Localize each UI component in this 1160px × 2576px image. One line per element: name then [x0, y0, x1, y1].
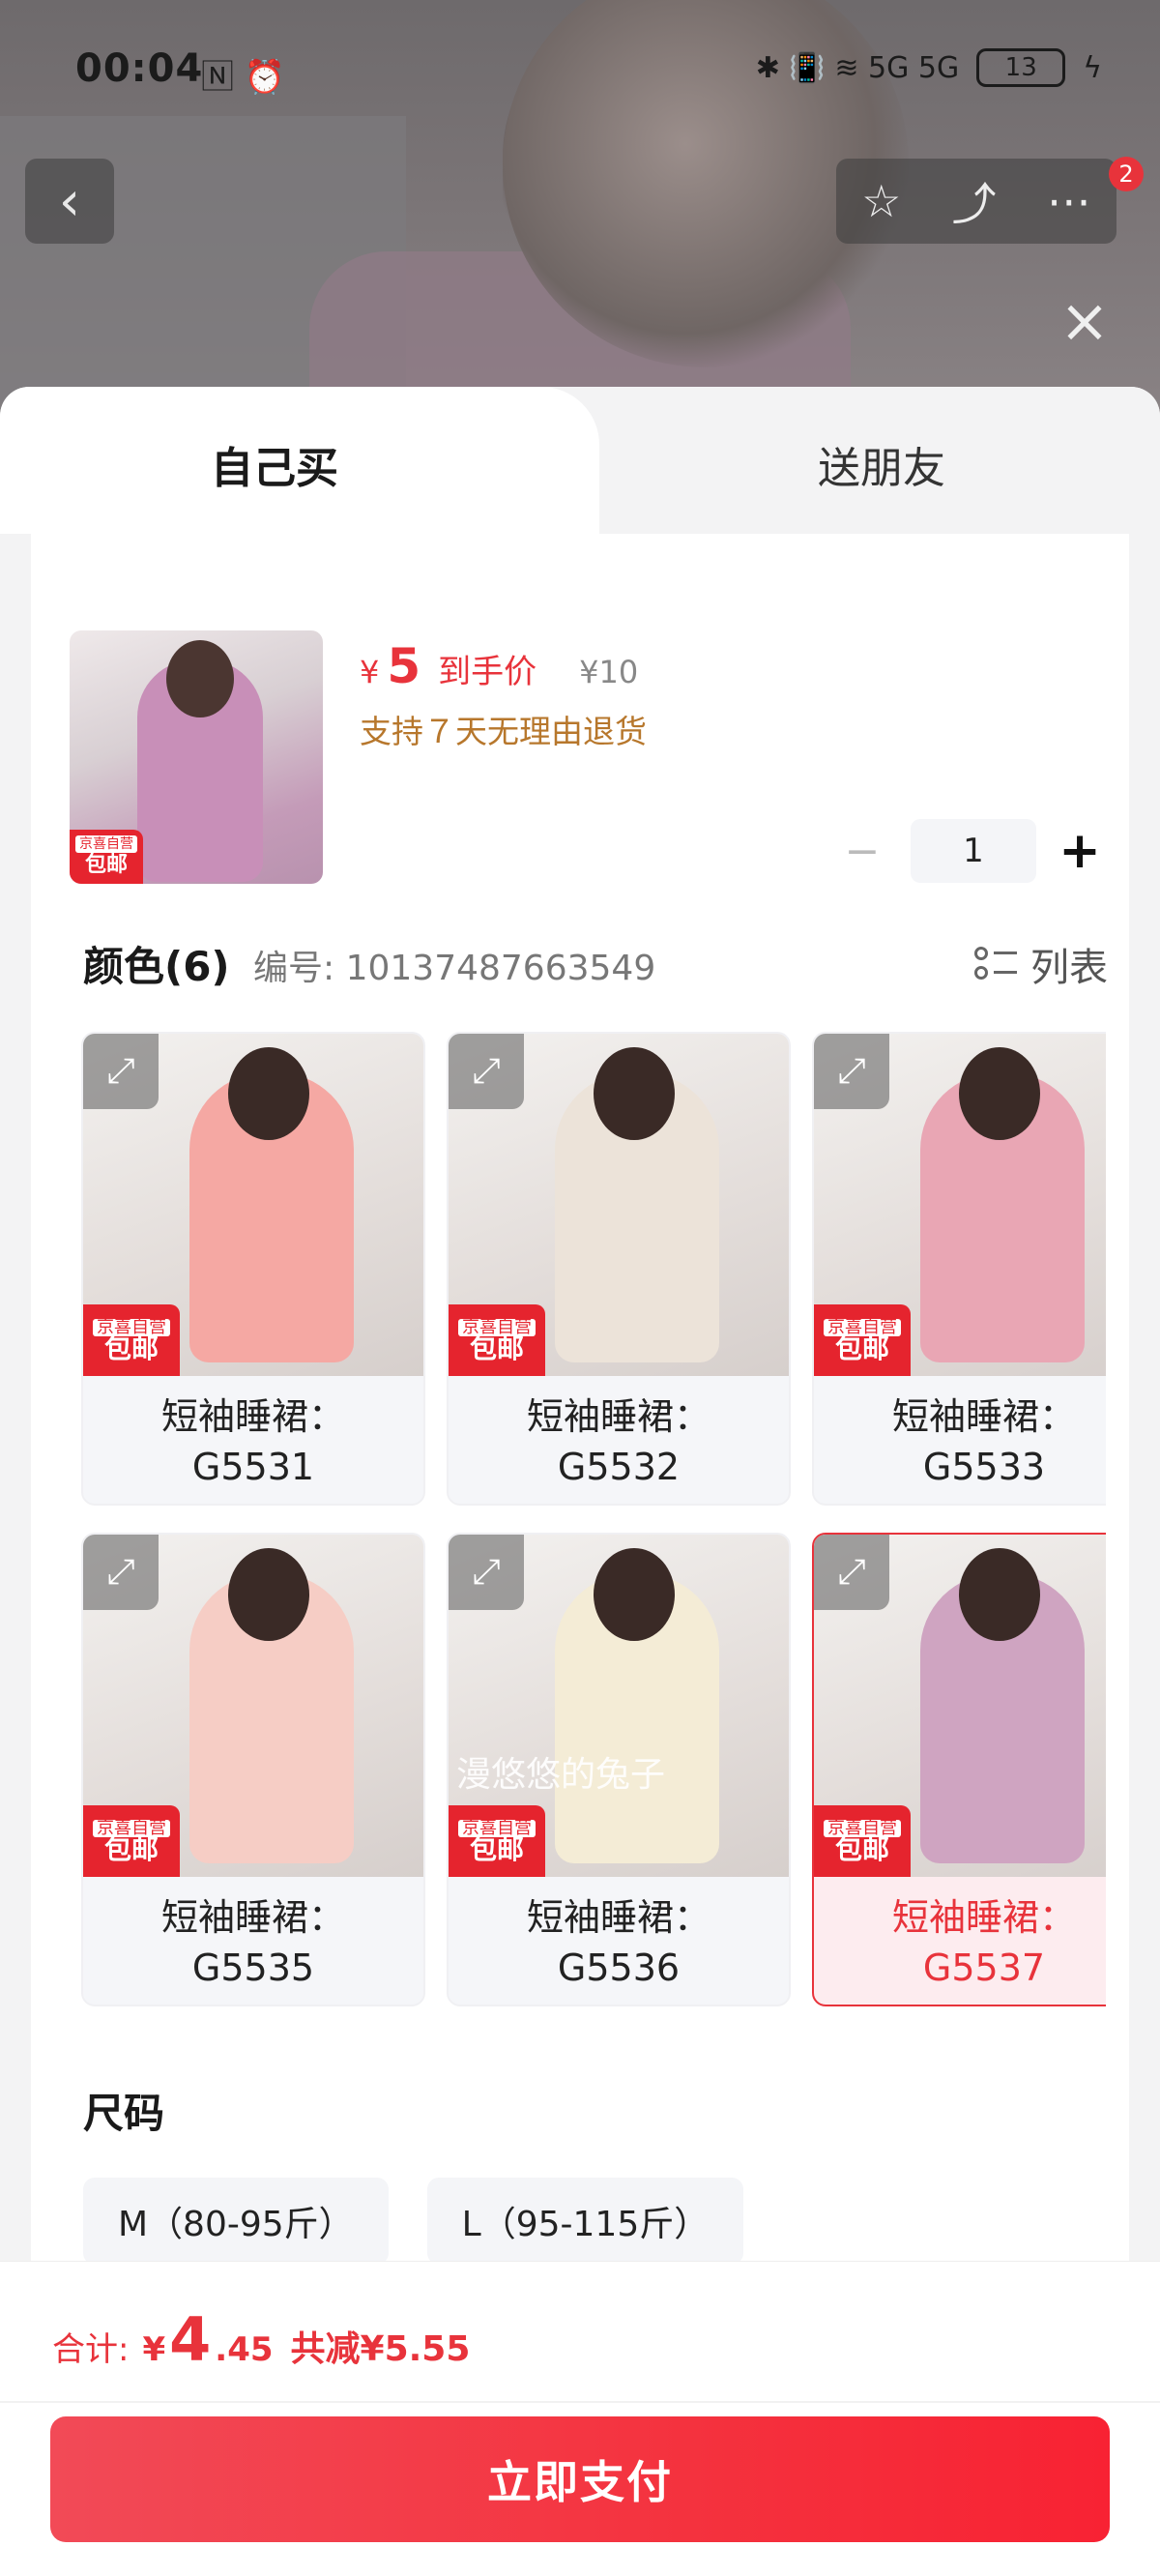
jd-free-shipping-tag: 京喜自营 包邮: [449, 1805, 545, 1877]
price-label: 到手价: [438, 653, 537, 691]
returns-policy: 支持７天无理由退货: [360, 713, 647, 750]
signal-icons: ✱ 📳 ≋ 5G 5G: [755, 50, 960, 85]
status-right-icons: ✱ 📳 ≋ 5G 5G 13 ϟ: [756, 48, 1102, 87]
footer-divider: [0, 2401, 1160, 2403]
tag-line2: 包邮: [834, 1332, 889, 1364]
size-options: M（80-95斤） L（95-115斤）: [83, 2178, 744, 2265]
tab-gift-friend[interactable]: 送朋友: [541, 387, 1160, 534]
sku-card: 京喜自营 包邮 ¥ 5 到手价 ¥10 支持７天无理由退货 − 1 + 颜色(6…: [31, 534, 1129, 2265]
color-section-header: 颜色(6) 编号: 10137487663549 列表: [83, 932, 1108, 990]
top-action-group: ☆ ⤴ ⋯: [836, 159, 1116, 244]
size-title: 尺码: [83, 2090, 165, 2137]
color-option[interactable]: ⤢ 京喜自营 包邮短袖睡裙：G5537: [812, 1533, 1106, 2006]
list-label: 列表: [1030, 946, 1108, 990]
head-shape: [228, 1047, 309, 1140]
head-shape: [594, 1548, 675, 1641]
product-code: 编号: 10137487663549: [253, 949, 656, 988]
color-grid: ⤢ 京喜自营 包邮 短袖睡裙：G5531 ⤢ 京喜自营 包邮 短袖睡裙：G5532 ⤢ 京喜自营包…: [81, 1032, 1106, 2008]
head-shape: [959, 1047, 1040, 1140]
status-left-icons: 🄽 ⏰: [201, 58, 286, 97]
total-decimal: .45: [215, 2330, 274, 2369]
color-option[interactable]: ⤢ 京喜自营 包邮短袖睡裙：G5531: [81, 1032, 425, 1506]
price-currency: ¥: [360, 654, 380, 690]
star-icon[interactable]: ☆: [861, 175, 901, 227]
original-price: ¥10: [579, 654, 639, 690]
quantity-field[interactable]: 1: [911, 819, 1036, 883]
expand-icon[interactable]: ⤢: [814, 1034, 889, 1109]
color-option-name: 短袖睡裙：G5536: [526, 1896, 710, 1989]
expand-icon[interactable]: ⤢: [449, 1034, 524, 1109]
head-shape: [594, 1047, 675, 1140]
expand-icon[interactable]: ⤢: [83, 1034, 159, 1109]
charging-icon: ϟ: [1083, 50, 1102, 85]
pay-now-button[interactable]: 立即支付: [50, 2416, 1110, 2542]
tag-line2: 包邮: [834, 1833, 889, 1865]
tab-self-label: 自己买: [211, 444, 338, 493]
color-option-name: 短袖睡裙：G5532: [526, 1395, 710, 1488]
tag-line1: 京喜自营: [75, 835, 137, 853]
battery-icon: 13: [976, 48, 1066, 87]
tab-gift-label: 送朋友: [818, 444, 945, 493]
tag-line2: 包邮: [469, 1833, 524, 1865]
color-option[interactable]: ⤢ 京喜自营 包邮短袖睡裙：G5535: [81, 1533, 425, 2006]
color-option-name: 短袖睡裙：G5533: [891, 1395, 1076, 1488]
jd-free-shipping-tag: 京喜自营 包邮: [814, 1805, 911, 1877]
size-option[interactable]: M（80-95斤）: [83, 2178, 389, 2265]
product-thumbnail[interactable]: 京喜自营 包邮: [70, 630, 323, 884]
color-option[interactable]: ⤢ 京喜自营 包邮短袖睡裙：G5533: [812, 1032, 1106, 1506]
jd-free-shipping-tag: 京喜自营 包邮: [83, 1805, 180, 1877]
color-option[interactable]: ⤢ 京喜自营 包邮短袖睡裙：G5532: [447, 1032, 791, 1506]
status-time: 00:04: [75, 46, 204, 91]
status-bar: 00:04 🄽 ⏰ ✱ 📳 ≋ 5G 5G 13 ϟ: [0, 39, 1160, 106]
close-icon[interactable]: ×: [1056, 291, 1114, 351]
total-integer: 4: [169, 2304, 212, 2375]
watermark: 漫悠悠的兔子: [456, 1755, 666, 1795]
color-title: 颜色(6): [83, 943, 230, 990]
total-block: 合计: ¥ 4 .45 共减¥5.55: [52, 2304, 470, 2375]
color-option-name: 短袖睡裙：G5531: [160, 1395, 345, 1488]
checkout-footer: 合计: ¥ 4 .45 共减¥5.55 立即支付: [0, 2261, 1160, 2576]
jd-free-shipping-tag: 京喜自营 包邮: [814, 1304, 911, 1376]
decrease-button[interactable]: −: [833, 827, 891, 876]
increase-button[interactable]: +: [1056, 822, 1104, 880]
color-option-name: 短袖睡裙：G5535: [160, 1896, 345, 1989]
head-shape: [228, 1548, 309, 1641]
jd-free-shipping-tag: 京喜自营 包邮: [70, 830, 143, 884]
purchase-sheet: 送朋友 自己买 京喜自营 包邮 ¥ 5 到手价 ¥10 支持７天无理由退货 − …: [0, 387, 1160, 2576]
expand-icon[interactable]: ⤢: [814, 1535, 889, 1610]
tag-line2: 包邮: [103, 1332, 159, 1364]
price-value: 5: [387, 638, 421, 694]
thumb-head: [166, 640, 234, 717]
tag-line2: 包邮: [84, 853, 128, 877]
chevron-left-icon: ‹: [58, 169, 81, 233]
color-option-name: 短袖睡裙：G5537: [891, 1896, 1076, 1989]
share-icon[interactable]: ⤴: [952, 169, 997, 233]
list-view-toggle[interactable]: 列表: [974, 936, 1108, 992]
jd-free-shipping-tag: 京喜自营 包邮: [83, 1304, 180, 1376]
size-option[interactable]: L（95-115斤）: [426, 2178, 744, 2265]
total-currency: ¥: [142, 2330, 166, 2369]
list-icon: [974, 945, 1017, 983]
expand-icon[interactable]: ⤢: [449, 1535, 524, 1610]
total-label: 合计:: [52, 2330, 130, 2369]
tag-line2: 包邮: [103, 1833, 159, 1865]
tag-line2: 包邮: [469, 1332, 524, 1364]
tab-buy-self[interactable]: 自己买: [0, 387, 599, 534]
notification-badge: 2: [1109, 157, 1144, 191]
more-icon[interactable]: ⋯: [1047, 175, 1091, 227]
price-block: ¥ 5 到手价 ¥10: [360, 638, 638, 694]
expand-icon[interactable]: ⤢: [83, 1535, 159, 1610]
back-button[interactable]: ‹: [25, 159, 114, 244]
jd-free-shipping-tag: 京喜自营 包邮: [449, 1304, 545, 1376]
discount-text: 共减¥5.55: [290, 2329, 471, 2369]
quantity-stepper: − 1 +: [833, 819, 1104, 883]
head-shape: [959, 1548, 1040, 1641]
purchase-tabs: 送朋友 自己买: [0, 387, 1160, 534]
